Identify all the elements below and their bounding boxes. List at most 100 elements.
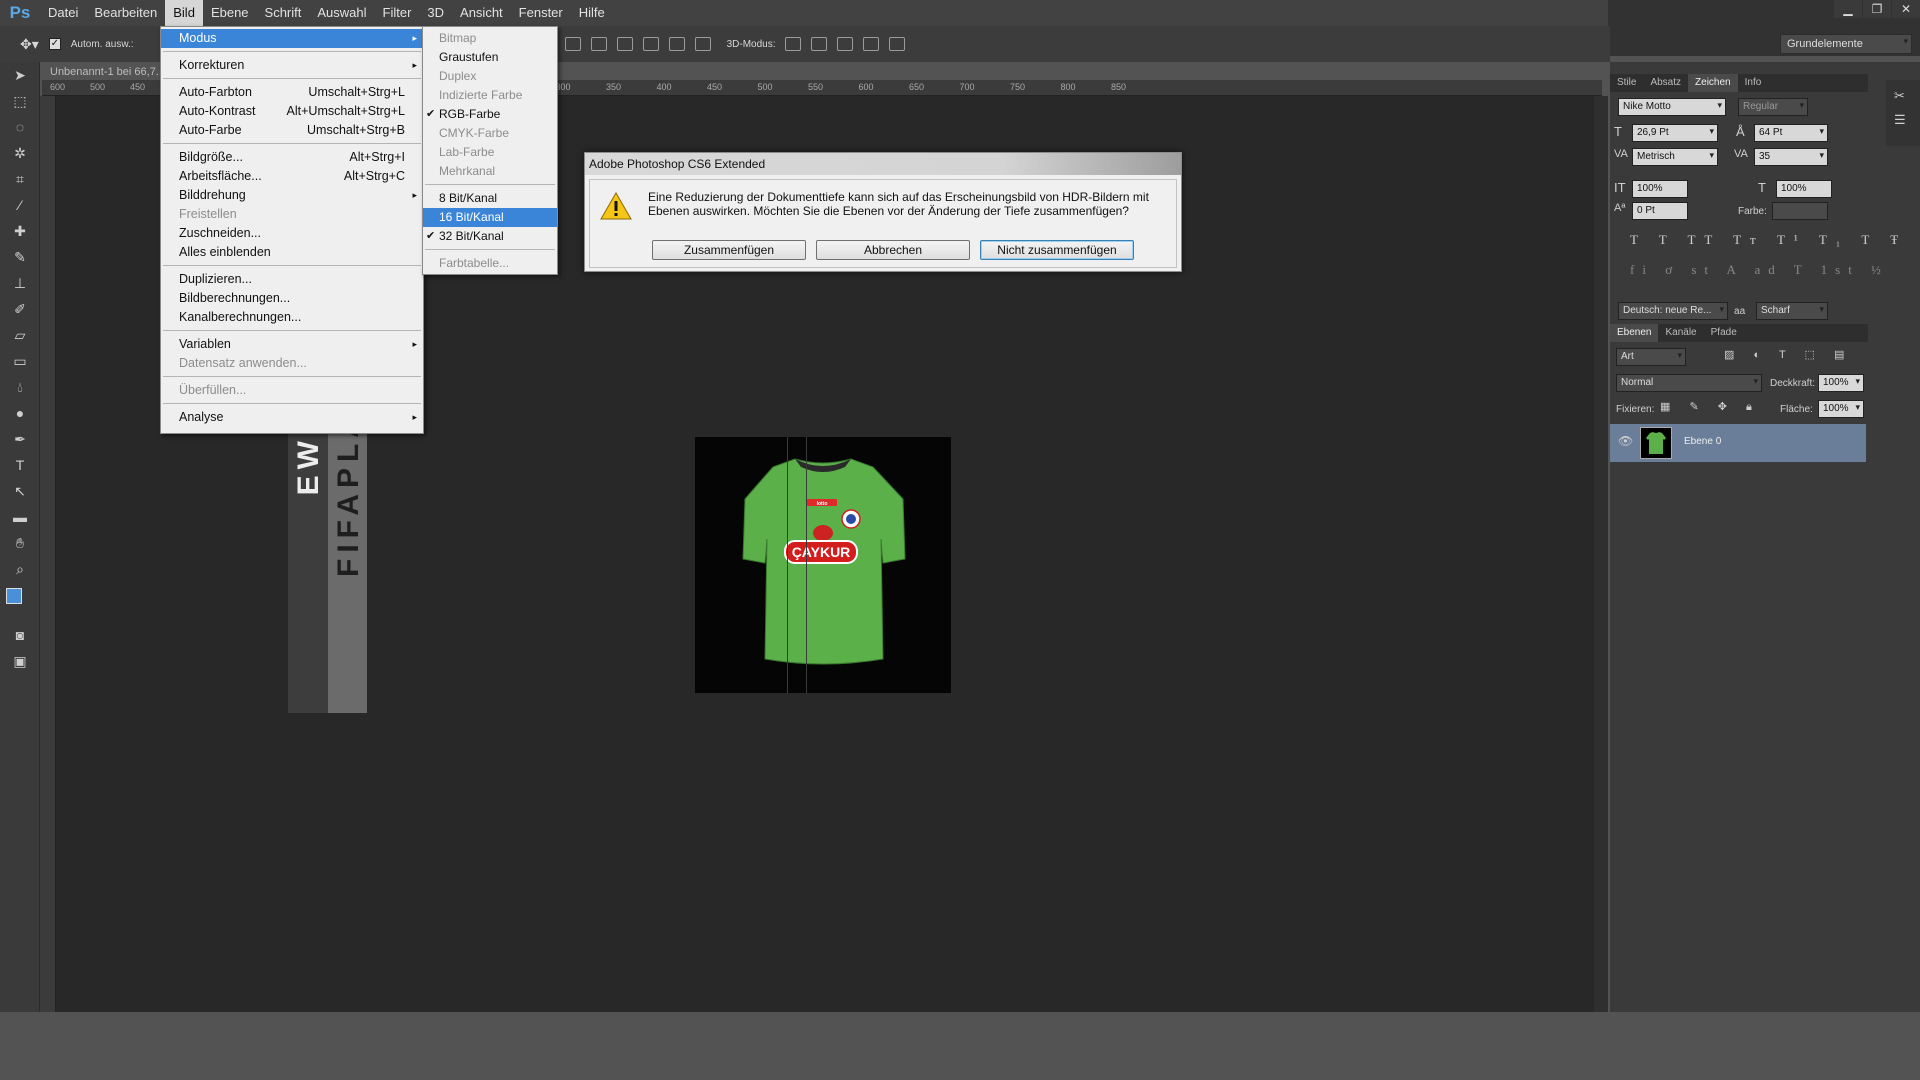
hand-tool-icon[interactable]: ✋︎ <box>0 530 40 556</box>
menu-item-zuschneiden[interactable]: Zuschneiden... <box>161 224 423 243</box>
menu-item-datensatzanwenden[interactable]: Datensatz anwenden... <box>161 354 423 373</box>
layer-filter-select[interactable]: Art <box>1616 348 1686 366</box>
cancel-button[interactable]: Abbrechen <box>816 240 970 260</box>
3d-slide-icon[interactable] <box>863 37 880 51</box>
menu-item-bildgröe[interactable]: Bildgröße... Alt+Strg+I <box>161 148 423 167</box>
menu-item-duplizieren[interactable]: Duplizieren... <box>161 270 423 289</box>
menu-auswahl[interactable]: Auswahl <box>309 0 374 26</box>
panel-tab-zeichen[interactable]: Zeichen <box>1688 74 1738 92</box>
tracking-field[interactable]: 35 <box>1754 148 1828 166</box>
menu-item-kanalberechnungen[interactable]: Kanalberechnungen... <box>161 308 423 327</box>
auto-select-checkbox[interactable]: ✓ <box>48 38 61 50</box>
menu-item-autofarbe[interactable]: Auto-Farbe Umschalt+Strg+B <box>161 121 423 140</box>
submenu-item-bitmap[interactable]: Bitmap <box>423 29 557 48</box>
leading-field[interactable]: 64 Pt <box>1754 124 1828 142</box>
language-select[interactable]: Deutsch: neue Re... <box>1618 302 1728 320</box>
menu-bild[interactable]: Bild <box>165 0 203 26</box>
submenu-item-labfarbe[interactable]: Lab-Farbe <box>423 143 557 162</box>
shape-tool-icon[interactable]: ▬ <box>0 504 40 530</box>
menu-item-überfüllen[interactable]: Überfüllen... <box>161 381 423 400</box>
submenu-item-16bitkanal[interactable]: 16 Bit/Kanal <box>423 208 557 227</box>
3d-drag-icon[interactable] <box>837 37 854 51</box>
dodge-tool-icon[interactable]: ● <box>0 400 40 426</box>
workspace-select[interactable]: Grundelemente <box>1780 34 1912 54</box>
lasso-tool-icon[interactable]: ◌ <box>0 114 40 140</box>
panel-tab-kanle[interactable]: Kanäle <box>1658 324 1703 342</box>
submenu-item-graustufen[interactable]: Graustufen <box>423 48 557 67</box>
eyedropper-tool-icon[interactable]: ⁄ <box>0 192 40 218</box>
font-family-select[interactable]: Nike Motto <box>1618 98 1726 116</box>
text-color-swatch[interactable] <box>1772 202 1828 220</box>
marquee-tool-icon[interactable]: ⬚ <box>0 88 40 114</box>
panel-tab-stile[interactable]: Stile <box>1610 74 1643 92</box>
3d-scale-icon[interactable] <box>889 37 906 51</box>
text-style-buttons[interactable]: T T TT Tт T¹ T₁ T Ŧ <box>1630 232 1907 248</box>
zoom-tool-icon[interactable]: ⌕ <box>0 556 40 582</box>
3d-roll-icon[interactable] <box>811 37 828 51</box>
dont-merge-button[interactable]: Nicht zusammenfügen <box>980 240 1134 260</box>
submenu-item-farbtabelle[interactable]: Farbtabelle... <box>423 254 557 273</box>
brush-tool-icon[interactable]: ✎ <box>0 244 40 270</box>
3d-rotate-icon[interactable] <box>785 37 802 51</box>
menu-bearbeiten[interactable]: Bearbeiten <box>86 0 165 26</box>
dialog-title[interactable]: Adobe Photoshop CS6 Extended <box>585 153 1181 175</box>
minimize-icon[interactable]: ▁ <box>1834 0 1862 18</box>
vertical-scrollbar[interactable] <box>1594 96 1608 1012</box>
menu-item-korrekturen[interactable]: Korrekturen ▸ <box>161 56 423 75</box>
distribute-icon[interactable] <box>694 37 711 51</box>
menu-item-analyse[interactable]: Analyse ▸ <box>161 408 423 427</box>
history-icon[interactable]: ✂ <box>1894 88 1920 104</box>
font-size-field[interactable]: 26,9 Pt <box>1632 124 1718 142</box>
opentype-buttons[interactable]: fi ơ st A ad T 1st ½ <box>1630 262 1889 278</box>
blur-tool-icon[interactable]: 💧︎ <box>0 374 40 400</box>
path-select-tool-icon[interactable]: ↖ <box>0 478 40 504</box>
menu-datei[interactable]: Datei <box>40 0 86 26</box>
restore-icon[interactable]: ❐ <box>1863 0 1891 18</box>
vertical-scale-field[interactable]: 100% <box>1632 180 1688 198</box>
opacity-field[interactable]: 100% <box>1818 374 1864 392</box>
layer-filter-icons[interactable]: ▨ ◐ T ⬚ ▤ <box>1724 348 1852 361</box>
menu-item-alleseinblenden[interactable]: Alles einblenden <box>161 243 423 262</box>
fill-field[interactable]: 100% <box>1818 400 1864 418</box>
gradient-tool-icon[interactable]: ▭ <box>0 348 40 374</box>
menu-item-autokontrast[interactable]: Auto-Kontrast Alt+Umschalt+Strg+L <box>161 102 423 121</box>
menu-item-arbeitsfläche[interactable]: Arbeitsfläche... Alt+Strg+C <box>161 167 423 186</box>
submenu-item-32bitkanal[interactable]: ✔ 32 Bit/Kanal <box>423 227 557 246</box>
submenu-item-indiziertefarbe[interactable]: Indizierte Farbe <box>423 86 557 105</box>
kerning-field[interactable]: Metrisch <box>1632 148 1718 166</box>
crop-tool-icon[interactable]: ⌗ <box>0 166 40 192</box>
properties-icon[interactable]: ☰ <box>1894 112 1920 128</box>
menu-schrift[interactable]: Schrift <box>257 0 310 26</box>
merge-button[interactable]: Zusammenfügen <box>652 240 806 260</box>
align-left-icon[interactable] <box>616 37 633 51</box>
submenu-item-mehrkanal[interactable]: Mehrkanal <box>423 162 557 181</box>
menu-item-modus[interactable]: Modus ▸ <box>161 29 423 48</box>
screen-mode-icon[interactable]: ▣ <box>0 648 40 674</box>
move-tool-icon[interactable]: ➤ <box>0 62 40 88</box>
type-tool-icon[interactable]: T <box>0 452 40 478</box>
panel-tab-pfade[interactable]: Pfade <box>1704 324 1744 342</box>
horizontal-scale-field[interactable]: 100% <box>1776 180 1832 198</box>
panel-tab-info[interactable]: Info <box>1738 74 1769 92</box>
align-right-icon[interactable] <box>668 37 685 51</box>
menu-item-bildberechnungen[interactable]: Bildberechnungen... <box>161 289 423 308</box>
menu-ansicht[interactable]: Ansicht <box>452 0 511 26</box>
align-vcenter-icon[interactable] <box>564 37 581 51</box>
baseline-field[interactable]: 0 Pt <box>1632 202 1688 220</box>
menu-item-variablen[interactable]: Variablen ▸ <box>161 335 423 354</box>
align-bottom-icon[interactable] <box>590 37 607 51</box>
foreground-color[interactable] <box>6 588 22 604</box>
align-hcenter-icon[interactable] <box>642 37 659 51</box>
font-style-select[interactable]: Regular <box>1738 98 1808 116</box>
visibility-eye-icon[interactable]: 👁︎ <box>1618 434 1633 448</box>
color-swatches[interactable] <box>0 582 39 622</box>
menu-ebene[interactable]: Ebene <box>203 0 257 26</box>
submenu-item-8bitkanal[interactable]: 8 Bit/Kanal <box>423 189 557 208</box>
menu-3d[interactable]: 3D <box>419 0 452 26</box>
menu-fenster[interactable]: Fenster <box>511 0 571 26</box>
layer-row[interactable]: 👁︎ Ebene 0 <box>1610 424 1866 462</box>
history-brush-icon[interactable]: ✐ <box>0 296 40 322</box>
antialias-select[interactable]: Scharf <box>1756 302 1828 320</box>
healing-tool-icon[interactable]: ✚ <box>0 218 40 244</box>
quick-mask-icon[interactable]: ◙ <box>0 622 40 648</box>
